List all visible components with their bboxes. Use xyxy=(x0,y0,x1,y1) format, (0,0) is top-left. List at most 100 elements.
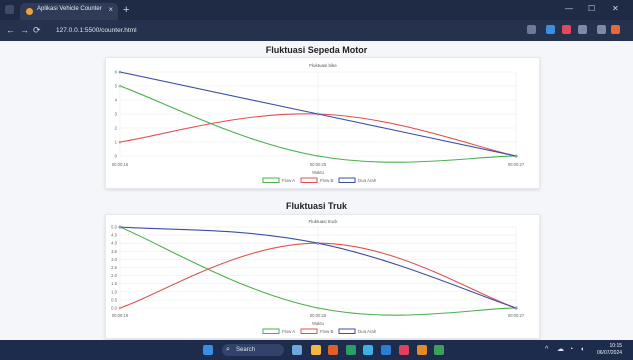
data-point xyxy=(514,306,518,310)
x-axis-label: Waktu xyxy=(312,170,324,175)
new-tab-button[interactable]: + xyxy=(123,3,129,17)
y-tick-label: 1.0 xyxy=(111,289,117,294)
data-point xyxy=(316,154,320,158)
page-content: Fluktuasi Sepeda Motor Fluktuasi bike 0 1 2… xyxy=(0,41,633,340)
y-tick-label: 1 xyxy=(115,140,118,145)
x-tick-label: 00:00:26 xyxy=(310,313,327,318)
data-point xyxy=(118,84,122,88)
address-bar-row: ← → ⟳ 127.0.0.1:5500/counter.html xyxy=(0,20,633,41)
chart-card-motor: Fluktuasi bike 0 1 2 3 4 5 6 00:00:16 00:00:25 00:… xyxy=(105,57,540,189)
y-tick-label: 3.5 xyxy=(111,249,117,254)
app-icon-3[interactable] xyxy=(399,345,409,355)
close-window-button[interactable]: ✕ xyxy=(612,4,619,13)
browser-tab-bar: Aplikasi Vehicle Counter × + — ☐ ✕ xyxy=(0,0,633,20)
data-point xyxy=(316,306,320,310)
x-tick-label: 00:00:16 xyxy=(112,313,129,318)
data-point xyxy=(118,306,122,310)
data-point xyxy=(118,70,122,74)
legend-swatch[interactable] xyxy=(300,177,318,183)
y-tick-label: 2.0 xyxy=(111,273,117,278)
app-icon-5[interactable] xyxy=(434,345,444,355)
chrome-icon[interactable] xyxy=(363,345,373,355)
search-label: Search xyxy=(236,347,256,353)
y-tick-label: 5 xyxy=(115,84,118,89)
data-point xyxy=(316,112,320,116)
star-icon[interactable] xyxy=(527,25,536,34)
clock-date: 06/07/2024 xyxy=(597,350,623,356)
profile-avatar[interactable] xyxy=(611,25,620,34)
data-point xyxy=(118,140,122,144)
y-tick-label: 6 xyxy=(115,70,118,75)
section-title-truck: Fluktuasi Truk xyxy=(285,201,347,211)
start-icon[interactable] xyxy=(203,345,213,355)
y-tick-label: 0.5 xyxy=(111,297,117,302)
url-field[interactable]: 127.0.0.1:5500/counter.html xyxy=(56,24,516,37)
tab-menu-icon[interactable] xyxy=(5,5,14,14)
tray-cloud-icon[interactable]: ☁ xyxy=(557,345,564,355)
taskbar-search[interactable]: ⌕ Search xyxy=(222,344,284,356)
extension-icon-2[interactable] xyxy=(562,25,571,34)
y-tick-label: 1.5 xyxy=(111,281,117,286)
y-tick-label: 4.0 xyxy=(111,241,117,246)
x-axis-label: Waktu xyxy=(312,321,324,326)
search-icon: ⌕ xyxy=(226,346,230,353)
data-point xyxy=(514,154,518,158)
x-tick-label: 00:00:27 xyxy=(508,313,525,318)
legend-label[interactable]: Flow B xyxy=(320,329,333,334)
tray-chevron-icon[interactable]: ^ xyxy=(545,345,548,355)
y-tick-label: 4 xyxy=(115,98,118,103)
download-icon[interactable] xyxy=(597,25,606,34)
tab-title: Aplikasi Vehicle Counter xyxy=(37,6,102,12)
legend-swatch[interactable] xyxy=(262,177,280,183)
browser-tab[interactable]: Aplikasi Vehicle Counter × xyxy=(20,3,118,20)
legend-swatch[interactable] xyxy=(262,328,280,334)
y-tick-label: 5.0 xyxy=(111,225,117,230)
tab-close-icon[interactable]: × xyxy=(108,5,113,14)
legend-label[interactable]: Flow B xyxy=(320,178,333,183)
app-icon-4[interactable] xyxy=(417,345,427,355)
legend-swatch[interactable] xyxy=(300,328,318,334)
y-tick-label: 2 xyxy=(115,126,118,131)
y-tick-label: 3 xyxy=(115,112,118,117)
file-explorer-icon[interactable] xyxy=(311,345,321,355)
app-icon-2[interactable] xyxy=(346,345,356,355)
taskbar: ⌕ Search ^ ☁ ◔ ◖ 10:15 06/07/2024 xyxy=(0,340,633,360)
vscode-icon[interactable] xyxy=(381,345,391,355)
volume-icon[interactable]: ◖ xyxy=(580,345,584,355)
chart-truck: Fluktuasi truck 0.0 0.5 1.0 1.5 2.0 2.5 3.0 3.5 4… xyxy=(111,219,525,334)
extensions-puzzle-icon[interactable] xyxy=(578,25,587,34)
legend-swatch[interactable] xyxy=(338,328,356,334)
legend-swatch[interactable] xyxy=(338,177,356,183)
legend-label[interactable]: Flow A xyxy=(282,329,295,334)
chart-bike: Fluktuasi bike 0 1 2 3 4 5 6 00:00:16 00:00:25 00:… xyxy=(112,63,525,183)
y-tick-label: 4.5 xyxy=(111,233,117,238)
data-point xyxy=(118,225,122,229)
x-tick-label: 00:00:27 xyxy=(508,162,525,167)
chart-card-truck: Fluktuasi truck 0.0 0.5 1.0 1.5 2.0 2.5 3.0 3.5 4… xyxy=(105,214,540,339)
back-button[interactable]: ← xyxy=(6,24,15,36)
data-point xyxy=(316,241,320,245)
y-tick-label: 2.5 xyxy=(111,265,117,270)
y-tick-label: 0 xyxy=(115,154,118,159)
chart-title: Fluktuasi bike xyxy=(309,63,337,68)
maximize-button[interactable]: ☐ xyxy=(588,4,595,13)
favicon-icon xyxy=(26,8,33,15)
extension-icon[interactable] xyxy=(546,25,555,34)
reload-button[interactable]: ⟳ xyxy=(33,24,41,36)
legend-label[interactable]: Dua Arah xyxy=(358,329,377,334)
legend-label[interactable]: Flow A xyxy=(282,178,295,183)
clock-time: 10:15 xyxy=(609,343,623,349)
y-tick-label: 0.0 xyxy=(111,306,117,311)
taskbar-clock[interactable]: 10:15 06/07/2024 xyxy=(597,343,622,357)
weather-icon[interactable] xyxy=(292,345,302,355)
x-tick-label: 00:00:25 xyxy=(310,162,327,167)
forward-button[interactable]: → xyxy=(20,24,29,36)
app-icon-1[interactable] xyxy=(328,345,338,355)
wifi-icon[interactable]: ◔ xyxy=(569,345,573,355)
x-tick-label: 00:00:16 xyxy=(112,162,129,167)
y-tick-label: 3.0 xyxy=(111,257,117,262)
chart-title: Fluktuasi truck xyxy=(308,219,338,224)
legend-label[interactable]: Dua Arah xyxy=(358,178,377,183)
minimize-button[interactable]: — xyxy=(565,4,573,13)
section-title-motor: Fluktuasi Sepeda Motor xyxy=(265,45,368,55)
